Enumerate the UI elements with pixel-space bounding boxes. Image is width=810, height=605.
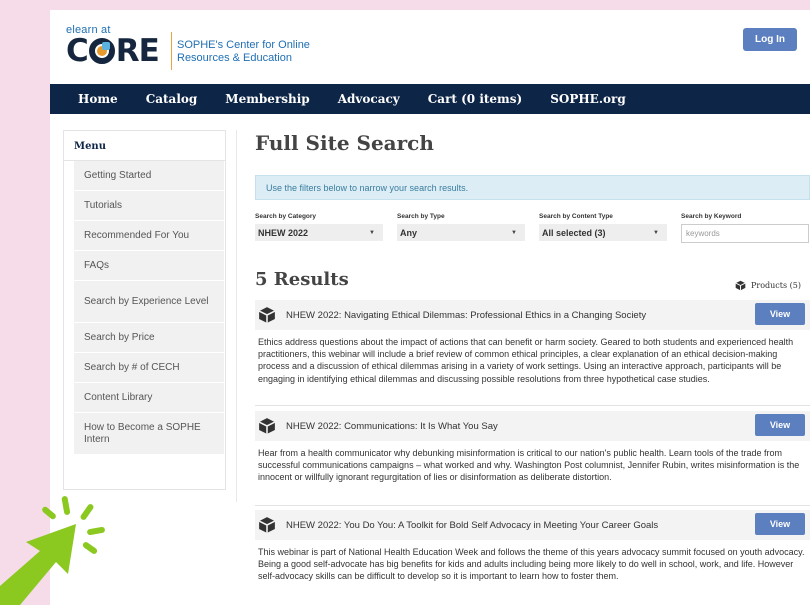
sidebar-item-intern[interactable]: How to Become a SOPHE Intern — [74, 413, 224, 455]
type-select-value: Any — [400, 227, 418, 238]
filter-type: Search by Type Any ▼ — [397, 213, 525, 241]
filter-type-label: Search by Type — [397, 213, 445, 220]
result-title[interactable]: NHEW 2022: You Do You: A Toolkit for Bol… — [286, 520, 658, 531]
products-label: Products (5) — [751, 281, 801, 290]
nav-catalog[interactable]: Catalog — [146, 92, 198, 106]
filter-category: Search by Category NHEW 2022 ▼ — [255, 213, 383, 241]
filter-content-type: Search by Content Type All selected (3) … — [539, 213, 667, 241]
result-description: Ethics address questions about the impac… — [258, 337, 794, 384]
box-icon — [735, 280, 746, 291]
sidebar-item-recommended[interactable]: Recommended For You — [74, 221, 224, 251]
nav-sophe-org[interactable]: SOPHE.org — [550, 92, 626, 106]
logo-core-prefix: C — [66, 33, 89, 69]
tagline-line-2: Resources & Education — [177, 52, 292, 64]
content-type-select[interactable]: All selected (3) ▼ — [539, 224, 667, 241]
box-icon — [258, 307, 276, 323]
result-item: NHEW 2022: Communications: It Is What Yo… — [255, 411, 810, 484]
filter-keyword: Search by Keyword keywords — [681, 213, 809, 243]
sidebar-item-faqs[interactable]: FAQs — [74, 251, 224, 281]
result-divider — [255, 505, 810, 506]
category-select-value: NHEW 2022 — [258, 227, 309, 238]
nav-home[interactable]: Home — [78, 92, 118, 106]
filter-category-label: Search by Category — [255, 213, 317, 220]
logo-divider — [171, 32, 172, 70]
result-divider — [255, 405, 810, 406]
result-description: Hear from a health communicator why debu… — [258, 448, 800, 483]
pointer-arrow-icon — [0, 496, 105, 605]
result-header: NHEW 2022: Communications: It Is What Yo… — [255, 411, 810, 441]
products-filter-tag[interactable]: Products (5) — [735, 280, 801, 291]
sidebar-menu: Menu Getting Started Tutorials Recommend… — [63, 130, 226, 490]
page: elearn at C RE SOPHE's Center for Online … — [50, 10, 810, 605]
chevron-down-icon: ▼ — [369, 229, 375, 236]
filter-keyword-label: Search by Keyword — [681, 213, 742, 220]
result-item: NHEW 2022: Navigating Ethical Dilemmas: … — [255, 300, 810, 385]
info-banner: Use the filters below to narrow your sea… — [255, 175, 810, 200]
tagline-line-1: SOPHE's Center for Online — [177, 39, 310, 51]
chevron-down-icon: ▼ — [511, 229, 517, 236]
view-button[interactable]: View — [755, 513, 805, 535]
logo-tagline: SOPHE's Center for Online Resources & Ed… — [177, 39, 310, 65]
logo[interactable]: elearn at C RE — [66, 24, 160, 69]
logo-o-mark — [88, 38, 115, 64]
result-header: NHEW 2022: Navigating Ethical Dilemmas: … — [255, 300, 810, 330]
result-header: NHEW 2022: You Do You: A Toolkit for Bol… — [255, 510, 810, 540]
content-type-select-value: All selected (3) — [542, 227, 606, 238]
login-button[interactable]: Log In — [743, 28, 797, 51]
sidebar-item-cech[interactable]: Search by # of CECH — [74, 353, 224, 383]
nav-cart[interactable]: Cart (0 items) — [428, 92, 522, 106]
sidebar-item-tutorials[interactable]: Tutorials — [74, 191, 224, 221]
logo-core-text: C RE — [66, 33, 160, 69]
logo-core-suffix: RE — [115, 33, 160, 69]
view-button[interactable]: View — [755, 414, 805, 436]
main-nav: Home Catalog Membership Advocacy Cart (0… — [50, 84, 810, 114]
result-item: NHEW 2022: You Do You: A Toolkit for Bol… — [255, 510, 810, 583]
result-title[interactable]: NHEW 2022: Communications: It Is What Yo… — [286, 421, 498, 432]
result-title[interactable]: NHEW 2022: Navigating Ethical Dilemmas: … — [286, 310, 646, 321]
keyword-input[interactable]: keywords — [681, 224, 809, 243]
view-button[interactable]: View — [755, 303, 805, 325]
box-icon — [258, 418, 276, 434]
sidebar-item-experience-level[interactable]: Search by Experience Level — [74, 281, 224, 323]
sidebar-title: Menu — [64, 131, 225, 161]
category-select[interactable]: NHEW 2022 ▼ — [255, 224, 383, 241]
sidebar-item-content-library[interactable]: Content Library — [74, 383, 224, 413]
box-icon — [258, 517, 276, 533]
type-select[interactable]: Any ▼ — [397, 224, 525, 241]
result-description: This webinar is part of National Health … — [258, 547, 805, 582]
chevron-down-icon: ▼ — [653, 229, 659, 236]
nav-advocacy[interactable]: Advocacy — [338, 92, 400, 106]
column-divider — [236, 130, 237, 502]
nav-membership[interactable]: Membership — [225, 92, 309, 106]
sidebar-item-price[interactable]: Search by Price — [74, 323, 224, 353]
filter-content-type-label: Search by Content Type — [539, 213, 613, 220]
sidebar-item-getting-started[interactable]: Getting Started — [74, 161, 224, 191]
header: elearn at C RE SOPHE's Center for Online … — [50, 10, 810, 84]
page-title: Full Site Search — [255, 131, 434, 155]
results-count-title: 5 Results — [255, 269, 349, 290]
